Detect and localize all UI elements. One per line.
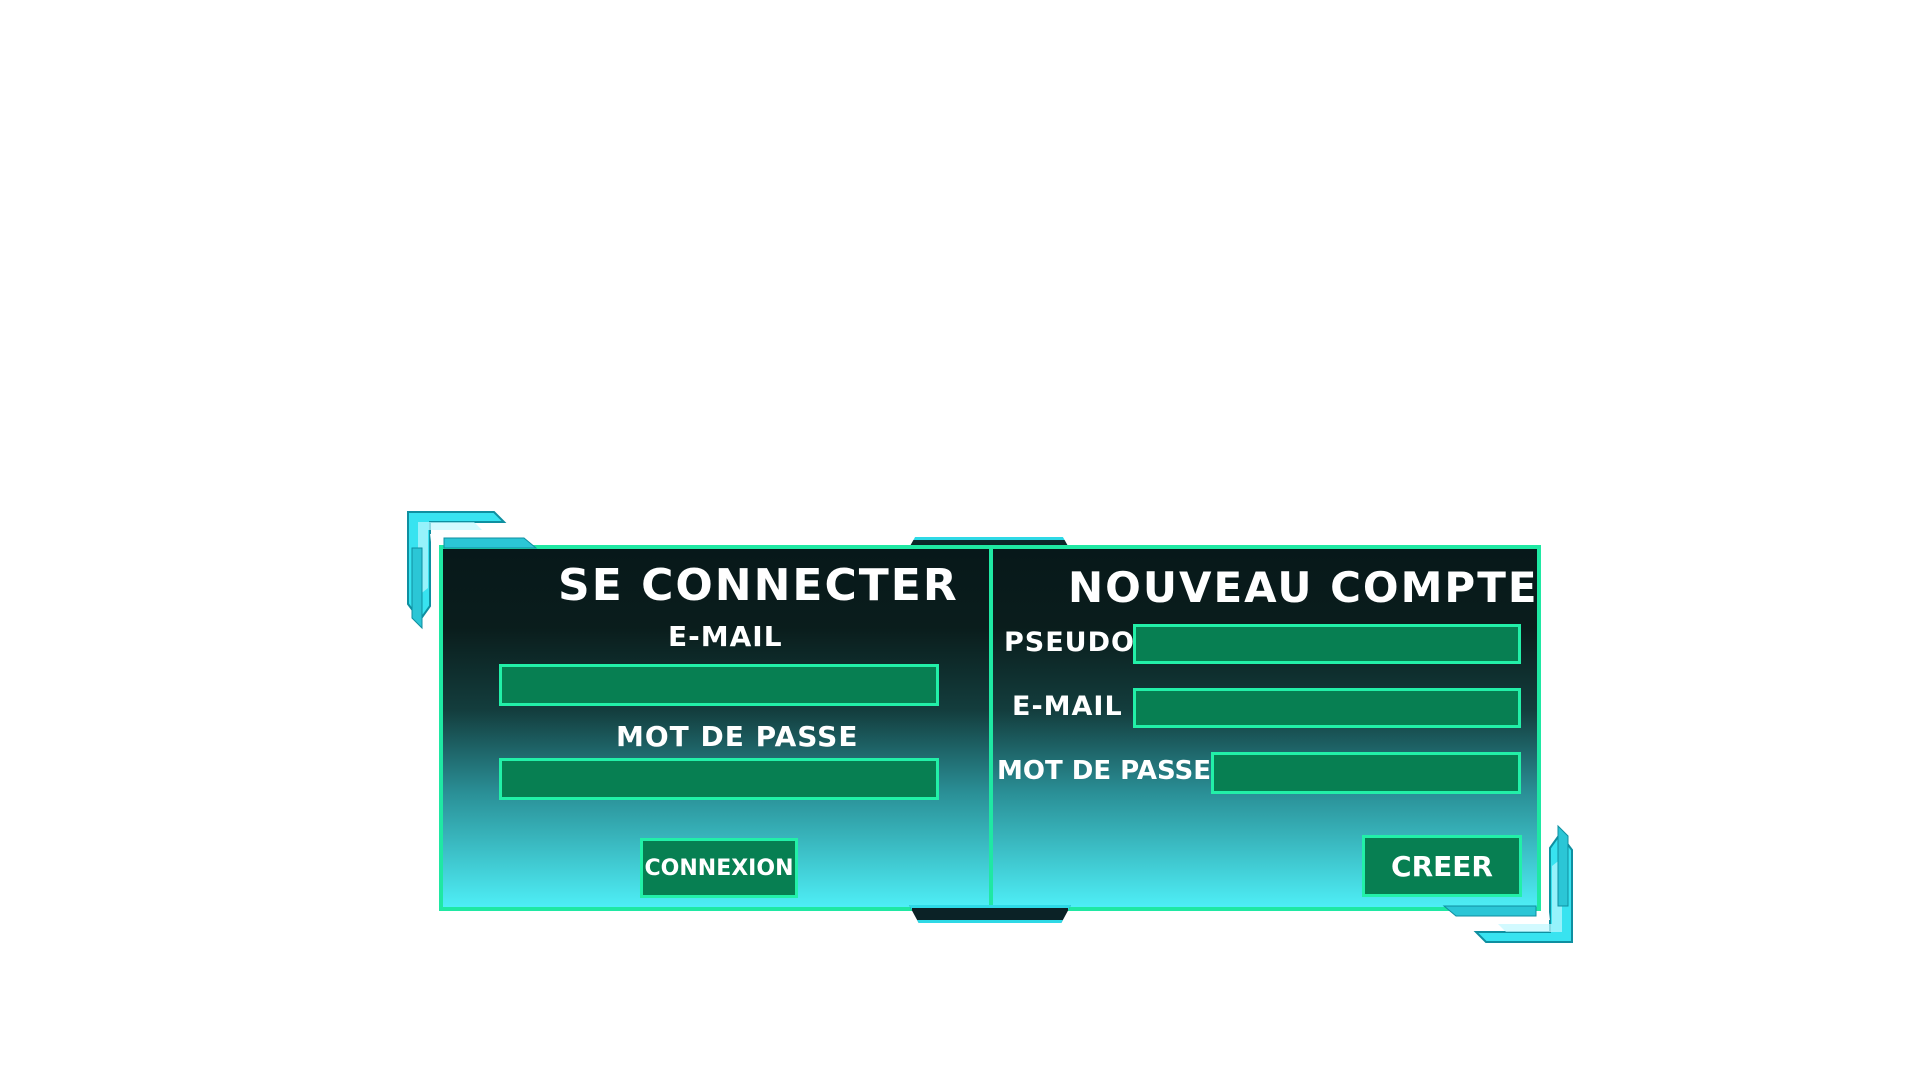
login-password-input[interactable] <box>499 758 939 800</box>
register-pseudo-input[interactable] <box>1133 624 1521 664</box>
creer-button[interactable]: CREER <box>1362 835 1522 897</box>
login-password-label: MOT DE PASSE <box>616 720 859 753</box>
login-email-label: E-MAIL <box>668 620 783 653</box>
login-email-input[interactable] <box>499 664 939 706</box>
corner-ornament-top-left <box>407 511 538 630</box>
register-email-label: E-MAIL <box>1012 691 1123 722</box>
register-pseudo-label: PSEUDO <box>1004 627 1135 658</box>
register-password-label: MOT DE PASSE <box>997 756 1211 786</box>
panel-bottom-notch <box>909 905 1071 923</box>
login-title: SE CONNECTER <box>558 560 959 611</box>
auth-screen: SE CONNECTER E-MAIL MOT DE PASSE CONNEXI… <box>0 0 1920 1080</box>
connexion-button[interactable]: CONNEXION <box>640 838 798 898</box>
panel-divider <box>989 549 993 907</box>
register-password-input[interactable] <box>1211 752 1521 794</box>
register-email-input[interactable] <box>1133 688 1521 728</box>
register-title: NOUVEAU COMPTE <box>1068 563 1539 612</box>
